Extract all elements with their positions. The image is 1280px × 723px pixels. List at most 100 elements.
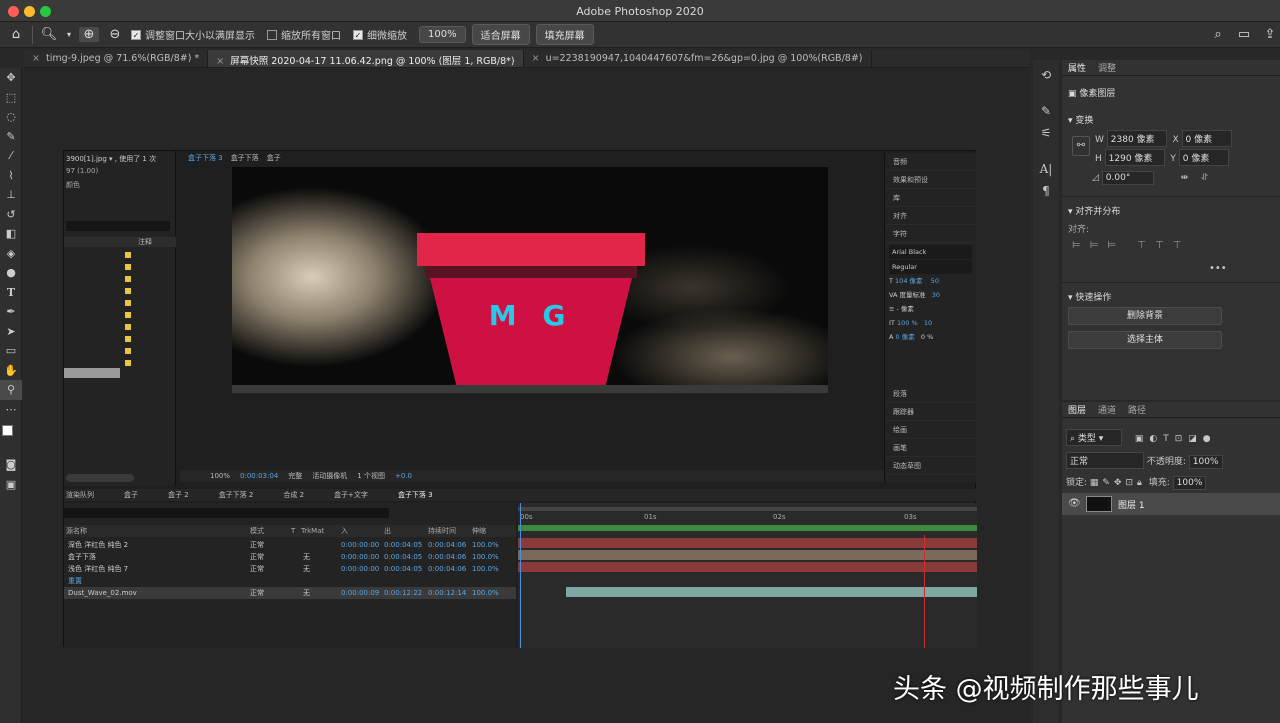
table-row[interactable]: Dust_Wave_02.mov 正常 无 0:00:00:09 0:00:12:22 0…	[64, 587, 516, 599]
workspace-icon[interactable]: ▭	[1234, 27, 1254, 42]
chevron-down-icon[interactable]: ▾	[65, 30, 73, 39]
ae-panel-audio[interactable]: 音频	[885, 153, 976, 171]
history-icon[interactable]: ⟲	[1033, 64, 1059, 86]
eraser-tool-icon[interactable]: ◧	[0, 224, 22, 244]
ae-playhead[interactable]	[520, 503, 521, 648]
x-field[interactable]: 0 像素	[1181, 130, 1232, 147]
close-icon[interactable]: ×	[216, 56, 224, 67]
ae-panel-paint[interactable]: 绘画	[885, 421, 977, 439]
quick-select-tool-icon[interactable]: ✎	[0, 127, 22, 147]
align-section[interactable]: ▾ 对齐并分布	[1062, 204, 1120, 217]
type-tool-icon[interactable]: T	[0, 283, 22, 303]
share-icon[interactable]: ⇪	[1260, 27, 1280, 42]
path-select-tool-icon[interactable]: ➤	[0, 322, 22, 342]
ae-panel-paragraph[interactable]: 段落	[885, 385, 977, 403]
ae-layer-bar-2[interactable]	[518, 550, 977, 560]
ae-quality[interactable]: 完整	[288, 471, 302, 481]
tab-layers[interactable]: 图层	[1068, 403, 1086, 416]
layer-in-cell[interactable]: 0:00:00:09	[341, 589, 379, 597]
layer-duration-cell[interactable]: 0:00:04:06	[428, 565, 466, 573]
brush-settings-icon[interactable]: ✎	[1033, 100, 1059, 122]
scrubby-zoom-checkbox[interactable]: ✓ 细微缩放	[353, 27, 407, 42]
flip-vertical-icon[interactable]: ⥯	[1201, 173, 1208, 183]
color-swatches[interactable]	[0, 419, 22, 455]
layer-stretch-cell[interactable]: 100.0%	[472, 541, 499, 549]
ae-search-input[interactable]	[66, 221, 170, 231]
screen-mode-icon[interactable]: ▣	[0, 475, 22, 495]
ae-layer-bar-1[interactable]	[518, 538, 977, 548]
ae-layer-bar-4[interactable]	[566, 587, 977, 597]
more-tools-icon[interactable]: ⋯	[0, 400, 22, 420]
table-row[interactable]: 深色 洋红色 纯色 2 正常 0:00:00:00 0:00:04:05 0:00:04…	[64, 539, 516, 551]
ae-font-field[interactable]: Arial Black	[889, 245, 972, 259]
zoom-in-icon[interactable]: ⊕	[79, 27, 99, 42]
tab-channels[interactable]: 通道	[1098, 403, 1116, 416]
opacity-field[interactable]: 100%	[1188, 455, 1223, 469]
table-row[interactable]: 浅色 洋红色 纯色 7 正常 无 0:00:00:00 0:00:04:05 0:00:0…	[64, 563, 516, 575]
quick-mask-icon[interactable]: ◙	[0, 455, 22, 475]
tab-paths[interactable]: 路径	[1128, 403, 1146, 416]
lock-icons[interactable]: ▦✎✥⊡🔒︎	[1090, 478, 1146, 488]
layer-stretch-cell[interactable]: 100.0%	[472, 553, 499, 561]
hand-tool-icon[interactable]: ✋	[0, 361, 22, 381]
blend-mode-select[interactable]: 正常	[1066, 452, 1144, 469]
layer-trkmat-cell[interactable]: 无	[303, 564, 310, 574]
ae-panel-align[interactable]: 对齐	[885, 207, 976, 225]
ae-layer-bar-3[interactable]	[518, 562, 977, 572]
ae-camera[interactable]: 活动摄像机	[312, 471, 347, 481]
ae-tl-tab-active[interactable]: 盒子下落 3	[398, 490, 433, 500]
layer-mode-cell[interactable]: 正常	[250, 588, 264, 598]
ae-leading[interactable]: 50	[931, 277, 939, 285]
ae-tsume[interactable]: 0 %	[921, 333, 933, 341]
search-icon[interactable]: ⌕	[1208, 27, 1228, 42]
close-icon[interactable]: ×	[532, 53, 540, 64]
close-icon[interactable]: ×	[32, 53, 40, 64]
layer-in-cell[interactable]: 0:00:00:00	[341, 541, 379, 549]
layer-out-cell[interactable]: 0:00:04:05	[384, 565, 422, 573]
layer-in-cell[interactable]: 0:00:00:00	[341, 565, 379, 573]
ae-crumb-1[interactable]: 盒子下落 3	[188, 153, 223, 163]
quick-actions-section[interactable]: ▾ 快速操作	[1062, 290, 1111, 303]
ae-panel-library[interactable]: 库	[885, 189, 976, 207]
fit-window-checkbox[interactable]: ✓ 调整窗口大小以满屏显示	[131, 27, 255, 42]
layer-in-cell[interactable]: 0:00:00:00	[341, 553, 379, 561]
tab-doc-3[interactable]: × u=2238190947,1040447607&fm=26&gp=0.jpg …	[524, 50, 872, 67]
eyedropper-tool-icon[interactable]: ⁄	[0, 146, 22, 166]
shape-tool-icon[interactable]: ▭	[0, 341, 22, 361]
layer-out-cell[interactable]: 0:00:04:05	[384, 553, 422, 561]
ae-exposure[interactable]: +0.0	[395, 472, 412, 480]
table-row[interactable]: 重置	[64, 575, 516, 587]
tab-doc-1[interactable]: × timg-9.jpeg @ 71.6%(RGB/8#) *	[24, 50, 209, 67]
layer-stretch-cell[interactable]: 100.0%	[472, 589, 499, 597]
layer-duration-cell[interactable]: 0:00:12:14	[428, 589, 466, 597]
ae-current-time[interactable]: 0:00:03:04	[240, 472, 278, 480]
ae-scrollbar[interactable]	[66, 474, 134, 482]
fill-screen-button[interactable]: 填充屏幕	[535, 24, 594, 45]
width-field[interactable]: 2380 像素	[1106, 130, 1167, 147]
remove-background-button[interactable]: 删除背景	[1068, 307, 1222, 325]
character-icon[interactable]: A|	[1033, 158, 1059, 180]
ae-kerning[interactable]: 度量标准	[900, 291, 926, 299]
layer-out-cell[interactable]: 0:00:12:22	[384, 589, 422, 597]
layer-duration-cell[interactable]: 0:00:04:06	[428, 553, 466, 561]
tab-adjustments[interactable]: 调整	[1098, 61, 1116, 74]
layer-mode-cell[interactable]: 正常	[250, 540, 264, 550]
ae-tracking[interactable]: 30	[932, 291, 940, 299]
bucket-tool-icon[interactable]: ◈	[0, 244, 22, 264]
ae-font-size[interactable]: 104 像素	[895, 277, 922, 285]
ae-tl-tab-5[interactable]: 盒子+文字	[334, 490, 368, 500]
ae-panel-brushes[interactable]: 画笔	[885, 439, 977, 457]
transform-section[interactable]: ▾ 变换	[1062, 113, 1280, 126]
ae-work-area[interactable]	[518, 507, 977, 511]
ae-panel-tracker[interactable]: 跟踪器	[885, 403, 977, 421]
brush-tool-icon[interactable]: ⌇	[0, 166, 22, 186]
ae-timeline-search[interactable]	[64, 508, 389, 518]
layer-out-cell[interactable]: 0:00:04:05	[384, 541, 422, 549]
layer-row[interactable]: 👁︎ 图层 1	[1062, 493, 1280, 515]
ae-tl-tab-render[interactable]: 渲染队列	[66, 490, 94, 500]
zoom-tool-icon[interactable]: ⚲	[0, 380, 22, 400]
ae-tl-tab-4[interactable]: 合成 2	[283, 490, 304, 500]
zoom-out-icon[interactable]: ⊖	[105, 27, 125, 42]
fill-field[interactable]: 100%	[1172, 476, 1207, 490]
ae-hscale[interactable]: 10	[924, 319, 932, 327]
